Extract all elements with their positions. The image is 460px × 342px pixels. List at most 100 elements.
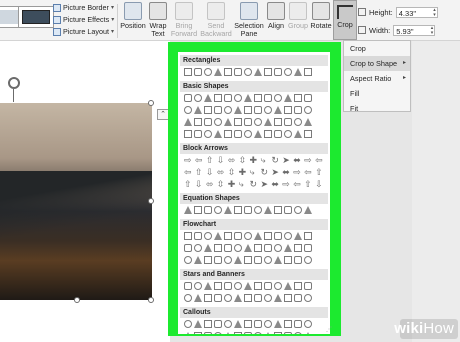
shape-icon[interactable]: ⇳ (217, 180, 226, 189)
shape-icon[interactable] (264, 282, 272, 290)
shape-icon[interactable] (284, 294, 292, 302)
shape-icon[interactable] (254, 332, 262, 334)
shape-icon[interactable]: ➤ (282, 156, 291, 165)
shape-icon[interactable] (244, 94, 252, 102)
shape-icon[interactable] (274, 320, 282, 328)
shape-icon[interactable] (194, 206, 202, 214)
shape-icon[interactable] (224, 94, 232, 102)
shape-icon[interactable] (234, 118, 242, 126)
shape-icon[interactable] (254, 244, 262, 252)
shape-icon[interactable] (214, 206, 222, 214)
shape-icon[interactable] (264, 256, 272, 264)
shape-icon[interactable] (274, 256, 282, 264)
shape-icon[interactable] (284, 118, 292, 126)
shape-icon[interactable] (264, 106, 272, 114)
shape-icon[interactable]: ⇧ (315, 168, 324, 177)
picture-effects-button[interactable]: Picture Effects ▾ (53, 14, 115, 26)
shape-icon[interactable] (214, 94, 222, 102)
shape-icon[interactable] (304, 282, 312, 290)
shape-icon[interactable] (234, 256, 242, 264)
send-backward-button[interactable]: Send Backward (200, 2, 232, 38)
shape-icon[interactable] (284, 232, 292, 240)
shape-icon[interactable] (204, 282, 212, 290)
shape-icon[interactable] (194, 94, 202, 102)
shape-icon[interactable] (194, 232, 202, 240)
shape-icon[interactable] (184, 294, 192, 302)
shape-icon[interactable]: ↻ (250, 180, 259, 189)
shape-icon[interactable] (254, 118, 262, 126)
rotate-button[interactable]: Rotate (309, 2, 333, 30)
shape-icon[interactable] (284, 68, 292, 76)
shape-icon[interactable] (204, 206, 212, 214)
shape-icon[interactable] (304, 94, 312, 102)
shape-icon[interactable] (274, 130, 282, 138)
shape-icon[interactable] (264, 206, 272, 214)
shape-icon[interactable]: ⇦ (195, 156, 204, 165)
shape-icon[interactable] (214, 68, 222, 76)
shape-icon[interactable] (194, 332, 202, 334)
shape-icon[interactable] (224, 282, 232, 290)
shape-icon[interactable] (294, 256, 302, 264)
height-input[interactable]: 4.33" ▴ ▾ (395, 6, 438, 18)
picture-layout-button[interactable]: Picture Layout ▾ (53, 26, 115, 38)
shape-icon[interactable] (184, 118, 192, 126)
shape-icon[interactable] (254, 130, 262, 138)
shape-icon[interactable] (264, 332, 272, 334)
bring-forward-button[interactable]: Bring Forward (169, 2, 199, 38)
shape-icon[interactable] (294, 320, 302, 328)
shape-icon[interactable] (284, 320, 292, 328)
picture-style-thumbnail[interactable] (18, 6, 54, 28)
rotate-handle[interactable] (8, 77, 20, 89)
shape-icon[interactable] (304, 320, 312, 328)
shape-icon[interactable] (184, 68, 192, 76)
resize-handle[interactable] (148, 297, 154, 303)
shape-icon[interactable] (294, 206, 302, 214)
wrap-text-button[interactable]: Wrap Text (147, 2, 169, 38)
position-button[interactable]: Position (119, 2, 147, 30)
shape-icon[interactable] (234, 294, 242, 302)
shape-icon[interactable]: ⇨ (293, 168, 302, 177)
shape-icon[interactable]: ⬌ (282, 168, 291, 177)
shape-icon[interactable] (294, 130, 302, 138)
shape-icon[interactable] (184, 282, 192, 290)
shape-icon[interactable] (184, 332, 192, 334)
shape-icon[interactable] (204, 68, 212, 76)
shape-icon[interactable] (224, 332, 232, 334)
shape-icon[interactable]: ⇨ (282, 180, 291, 189)
shape-icon[interactable] (254, 256, 262, 264)
shape-icon[interactable] (214, 294, 222, 302)
shape-icon[interactable] (224, 294, 232, 302)
shape-icon[interactable]: ⤷ (260, 156, 269, 165)
shape-icon[interactable] (194, 294, 202, 302)
shape-icon[interactable] (304, 68, 312, 76)
shape-icon[interactable] (244, 118, 252, 126)
shape-icon[interactable] (264, 244, 272, 252)
shape-icon[interactable] (274, 94, 282, 102)
shape-icon[interactable] (254, 282, 262, 290)
shape-icon[interactable] (234, 130, 242, 138)
shape-icon[interactable] (274, 206, 282, 214)
spinner-icon[interactable]: ▴ ▾ (433, 7, 436, 18)
shape-icon[interactable] (234, 94, 242, 102)
shape-icon[interactable] (254, 106, 262, 114)
shape-icon[interactable] (194, 118, 202, 126)
shape-icon[interactable] (214, 320, 222, 328)
shape-icon[interactable] (274, 332, 282, 334)
align-button[interactable]: Align (265, 2, 287, 30)
shape-icon[interactable] (304, 206, 312, 214)
shape-icon[interactable] (304, 256, 312, 264)
shape-icon[interactable] (214, 232, 222, 240)
resize-handle[interactable] (148, 198, 154, 204)
shape-icon[interactable] (264, 68, 272, 76)
shape-icon[interactable]: ⬄ (206, 180, 215, 189)
shape-icon[interactable] (224, 244, 232, 252)
shape-icon[interactable] (294, 94, 302, 102)
shape-icon[interactable] (204, 244, 212, 252)
gallery-resize-grip[interactable]: ⋰ (326, 326, 332, 333)
shape-icon[interactable] (264, 320, 272, 328)
shape-icon[interactable] (274, 68, 282, 76)
shape-icon[interactable] (264, 94, 272, 102)
shape-icon[interactable] (244, 282, 252, 290)
shape-icon[interactable] (304, 130, 312, 138)
shape-icon[interactable] (274, 244, 282, 252)
